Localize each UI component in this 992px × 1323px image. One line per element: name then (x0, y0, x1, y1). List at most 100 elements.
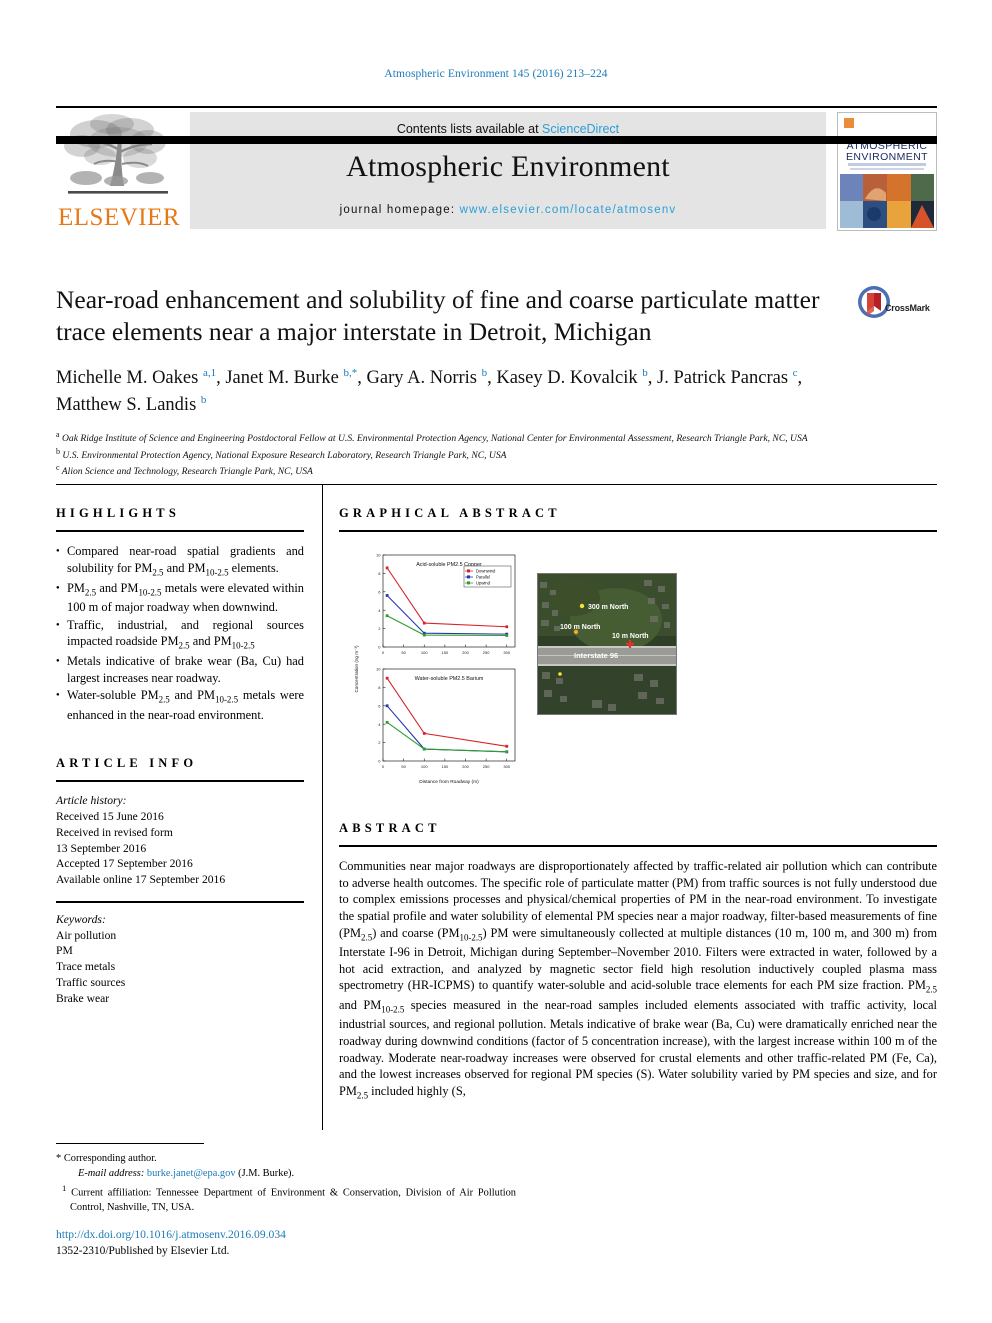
corresponding-author-note: * Corresponding author. (56, 1152, 516, 1167)
svg-text:ENVIRONMENT: ENVIRONMENT (846, 151, 928, 163)
svg-text:300 m North: 300 m North (588, 604, 628, 611)
sciencedirect-link[interactable]: ScienceDirect (542, 122, 619, 136)
title-section-rule (56, 484, 937, 485)
graphical-abstract-heading: GRAPHICAL ABSTRACT (339, 506, 561, 520)
journal-cover-thumbnail: ATMOSPHERIC ENVIRONMENT (837, 112, 937, 231)
svg-text:10 m North: 10 m North (612, 633, 649, 640)
svg-text:250: 250 (483, 650, 490, 655)
article-info-heading: ARTICLE INFO (56, 756, 198, 771)
highlights-heading: HIGHLIGHTS (56, 506, 180, 520)
homepage-prefix: journal homepage: (339, 204, 460, 216)
svg-text:100 m North: 100 m North (560, 624, 600, 631)
svg-text:100: 100 (421, 764, 428, 769)
svg-text:Downwind: Downwind (476, 569, 496, 574)
article-first-page: Atmospheric Environment 145 (2016) 213–2… (0, 0, 992, 1323)
journal-homepage-line: journal homepage: www.elsevier.com/locat… (190, 204, 826, 216)
svg-text:8: 8 (378, 685, 381, 690)
list-item: Water-soluble PM2.5 and PM10-2.5 metals … (56, 687, 304, 723)
article-history-label: Article history: (56, 794, 127, 808)
contents-available-line: Contents lists available at ScienceDirec… (190, 112, 826, 136)
journal-title: Atmospheric Environment (346, 150, 670, 183)
affiliation-text: Oak Ridge Institute of Science and Engin… (61, 432, 808, 444)
keyword-item: Traffic sources (56, 975, 126, 989)
article-history-line: Received 15 June 2016 (56, 810, 164, 824)
highlights-list: Compared near-road spatial gradients and… (56, 543, 304, 723)
study-site-satellite-map: 300 m North 100 m North 10 m North Inter… (537, 573, 677, 715)
affiliation-text: U.S. Environmental Protection Agency, Na… (62, 449, 507, 461)
abstract-rule (339, 845, 937, 847)
journal-masthead: ELSEVIER Contents lists available at Sci… (56, 106, 937, 232)
satellite-map-image: 300 m North 100 m North 10 m North Inter… (538, 574, 676, 714)
svg-text:2: 2 (378, 740, 381, 745)
keywords-label: Keywords: (56, 912, 106, 926)
keywords-block: Keywords: Air pollution PM Trace metals … (56, 912, 304, 1007)
svg-text:300: 300 (503, 650, 510, 655)
keyword-item: PM (56, 944, 73, 958)
doi-link[interactable]: http://dx.doi.org/10.1016/j.atmosenv.201… (56, 1227, 516, 1243)
keywords-rule (56, 900, 304, 903)
svg-text:50: 50 (401, 650, 406, 655)
homepage-url-link[interactable]: www.elsevier.com/locate/atmosenv (460, 204, 677, 216)
current-affiliation-note: 1 Current affiliation: Tennessee Departm… (56, 1182, 516, 1216)
svg-text:10: 10 (376, 667, 381, 672)
elsevier-tree-icon (64, 114, 168, 194)
affiliation-item: b U.S. Environmental Protection Agency, … (56, 446, 896, 463)
crossmark-icon (858, 286, 890, 318)
affiliation-marker: b (56, 446, 60, 456)
affiliation-marker: a (56, 429, 60, 439)
article-history-line: Available online 17 September 2016 (56, 873, 226, 887)
svg-text:200: 200 (462, 650, 469, 655)
svg-text:10: 10 (376, 553, 381, 558)
svg-text:0: 0 (382, 650, 385, 655)
article-history-line: Received in revised form (56, 825, 173, 839)
email-link[interactable]: burke.janet@epa.gov (147, 1168, 236, 1179)
svg-text:150: 150 (442, 650, 449, 655)
running-head: Atmospheric Environment 145 (2016) 213–2… (384, 68, 608, 80)
abstract-heading: ABSTRACT (339, 821, 441, 835)
current-affiliation-marker: 1 (62, 1182, 67, 1193)
affiliation-item: c Alion Science and Technology, Research… (56, 462, 896, 479)
email-label: E-mail address: (78, 1167, 145, 1179)
crossmark-badge[interactable]: CrossMark (857, 285, 933, 337)
email-attribution: (J.M. Burke). (238, 1167, 295, 1179)
column-divider (322, 484, 323, 1130)
article-history: Article history: Received 15 June 2016 R… (56, 793, 304, 888)
masthead-center-panel: Contents lists available at ScienceDirec… (190, 112, 826, 229)
masthead-top-rule (56, 106, 937, 108)
svg-text:Upwind: Upwind (476, 581, 491, 586)
svg-text:0: 0 (382, 764, 385, 769)
svg-text:0: 0 (378, 759, 381, 764)
svg-text:0: 0 (378, 645, 381, 650)
keyword-item: Trace metals (56, 960, 116, 974)
article-info-rule (56, 780, 304, 783)
affiliation-item: a Oak Ridge Institute of Science and Eng… (56, 429, 896, 446)
list-item: Compared near-road spatial gradients and… (56, 543, 304, 579)
graphical-abstract-rule (339, 530, 937, 532)
author-list: Michelle M. Oakes a,1, Janet M. Burke b,… (56, 367, 803, 415)
issn-publisher-line: 1352-2310/Published by Elsevier Ltd. (56, 1245, 230, 1258)
svg-text:2: 2 (378, 626, 381, 631)
highlights-rule (56, 530, 304, 532)
svg-text:4: 4 (378, 608, 381, 613)
svg-text:100: 100 (421, 650, 428, 655)
right-column: GRAPHICAL ABSTRACT Acid-soluble PM2.5 Co… (339, 506, 937, 1103)
contents-prefix: Contents lists available at (396, 122, 543, 136)
affiliation-list: a Oak Ridge Institute of Science and Eng… (56, 429, 896, 479)
list-item: PM2.5 and PM10-2.5 metals were elevated … (56, 580, 304, 616)
graphical-abstract-figure: Acid-soluble PM2.5 Copper 0 50 100 150 200 250… (339, 543, 937, 805)
footnotes-block: * Corresponding author. E-mail address: … (56, 1152, 516, 1216)
cover-art: ATMOSPHERIC ENVIRONMENT (838, 113, 936, 230)
graphical-abstract-inner: Acid-soluble PM2.5 Copper 0 50 100 150 200 250… (341, 551, 741, 801)
svg-text:Concentration (ng m⁻³): Concentration (ng m⁻³) (354, 645, 359, 693)
svg-text:Parallel: Parallel (476, 575, 490, 580)
list-item: Metals indicative of brake wear (Ba, Cu)… (56, 653, 304, 686)
svg-text:50: 50 (401, 764, 406, 769)
svg-text:Distance from Roadway (m): Distance from Roadway (m) (419, 779, 479, 785)
corresponding-marker: * (56, 1153, 62, 1164)
keyword-item: Air pollution (56, 928, 117, 942)
masthead-bottom-bar (56, 136, 937, 144)
svg-text:6: 6 (378, 703, 381, 708)
svg-text:4: 4 (378, 722, 381, 727)
svg-text:300: 300 (503, 764, 510, 769)
article-history-line: 13 September 2016 (56, 841, 147, 855)
